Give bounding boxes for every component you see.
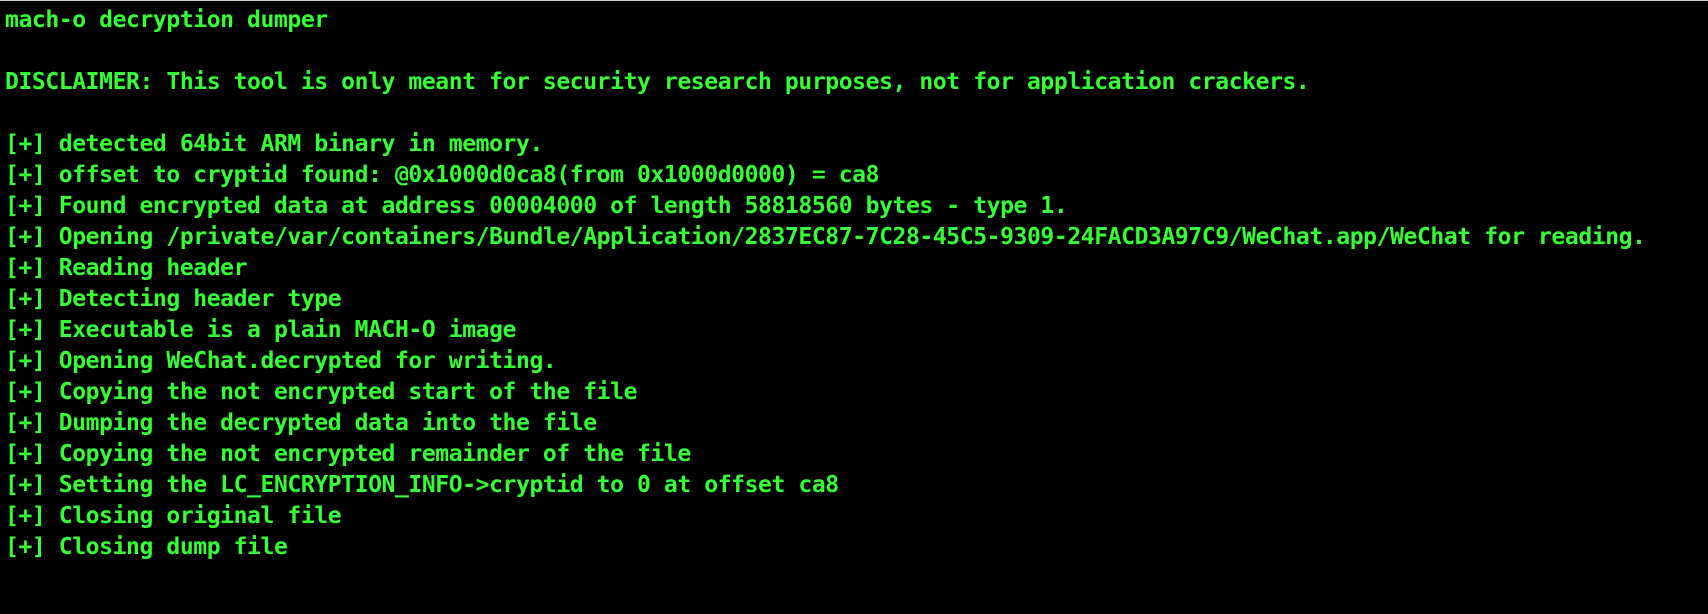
log-line: [+] Reading header: [5, 255, 248, 281]
log-line: [+] Setting the LC_ENCRYPTION_INFO->cryp…: [5, 472, 839, 498]
log-line: [+] Executable is a plain MACH-O image: [5, 317, 516, 343]
log-line: [+] Copying the not encrypted remainder …: [5, 441, 691, 467]
log-line: [+] detected 64bit ARM binary in memory.: [5, 131, 543, 157]
log-line: [+] Copying the not encrypted start of t…: [5, 379, 638, 405]
window-top-border: [0, 0, 1708, 1]
log-line: [+] Opening /private/var/containers/Bund…: [5, 224, 1646, 250]
log-line: [+] Found encrypted data at address 0000…: [5, 193, 1068, 219]
log-line: [+] Closing dump file: [5, 534, 288, 560]
disclaimer-line: DISCLAIMER: This tool is only meant for …: [5, 69, 1310, 95]
log-line: [+] Closing original file: [5, 503, 342, 529]
log-line: [+] Opening WeChat.decrypted for writing…: [5, 348, 557, 374]
log-line: [+] Detecting header type: [5, 286, 342, 312]
log-line: [+] offset to cryptid found: @0x1000d0ca…: [5, 162, 880, 188]
log-line: [+] Dumping the decrypted data into the …: [5, 410, 597, 436]
terminal-window[interactable]: mach-o decryption dumper DISCLAIMER: Thi…: [0, 0, 1708, 614]
terminal-title-line: mach-o decryption dumper: [5, 7, 328, 33]
